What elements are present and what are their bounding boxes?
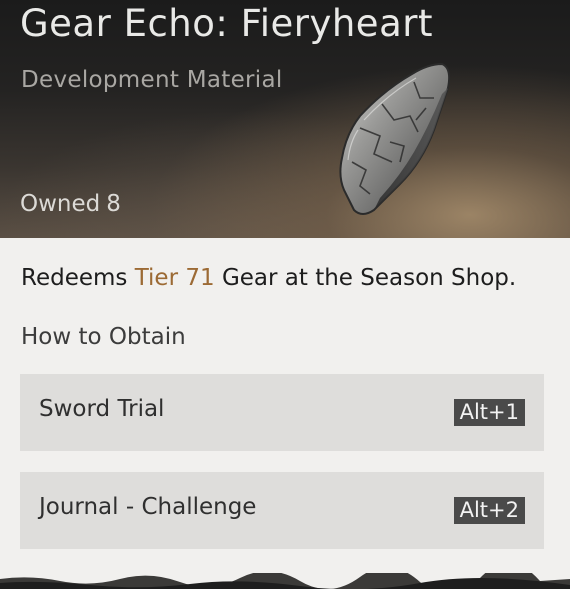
how-to-obtain-title: How to Obtain [21, 324, 186, 350]
description-prefix: Redeems [21, 265, 128, 291]
item-header: Gear Echo: Fieryheart Development Materi… [0, 0, 570, 238]
item-description: Redeems Tier 71 Gear at the Season Shop. [21, 265, 516, 291]
gear-shard-icon [339, 62, 451, 215]
source-label: Journal - Challenge [39, 494, 257, 520]
hotkey-badge: Alt+2 [453, 497, 525, 524]
obtain-source-sword-trial[interactable]: Sword Trial Alt+1 [20, 374, 544, 451]
description-tier-highlight: Tier 71 [134, 265, 215, 291]
hotkey-badge: Alt+1 [453, 399, 525, 426]
obtain-source-journal-challenge[interactable]: Journal - Challenge Alt+2 [20, 472, 544, 549]
owned-count-display: Owned 8 [20, 191, 121, 217]
item-details: Redeems Tier 71 Gear at the Season Shop.… [0, 238, 570, 589]
item-name: Gear Echo: Fieryheart [20, 2, 433, 45]
owned-count: 8 [106, 191, 121, 217]
item-tooltip-panel: Gear Echo: Fieryheart Development Materi… [0, 0, 570, 589]
item-type: Development Material [21, 67, 283, 93]
description-suffix: Gear at the Season Shop. [221, 265, 517, 291]
owned-label: Owned [20, 191, 101, 217]
torn-edge-decoration [0, 573, 570, 589]
source-label: Sword Trial [39, 396, 165, 422]
